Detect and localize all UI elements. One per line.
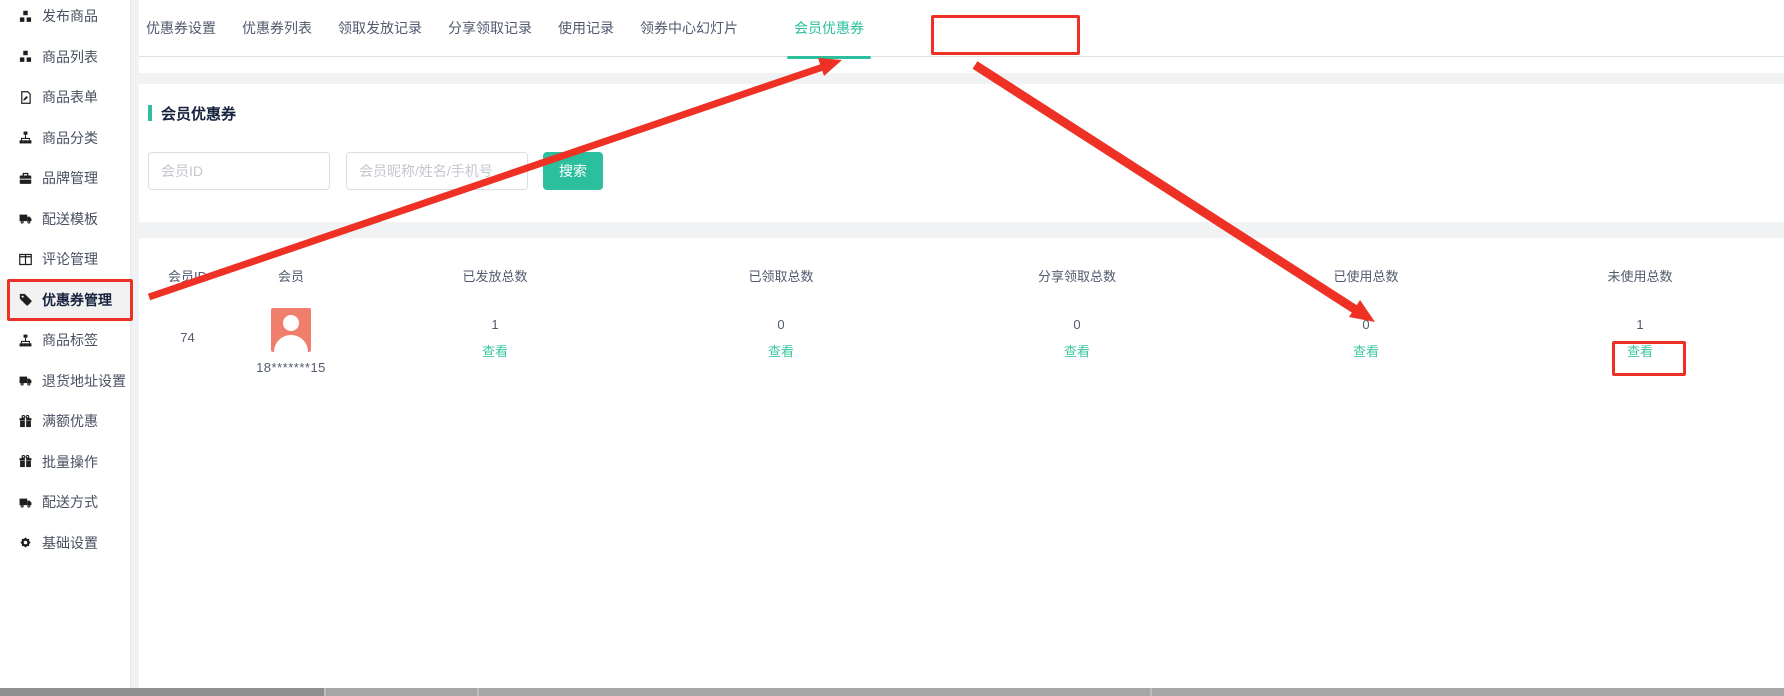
column-header-issued-total: 已发放总数 — [346, 266, 644, 285]
issued-total-value: 1 — [346, 314, 644, 336]
sidebar-item-product-tags[interactable]: 商品标签 — [0, 320, 130, 361]
sidebar-item-label: 发布商品 — [42, 6, 98, 26]
view-received-link[interactable]: 查看 — [768, 343, 794, 361]
sidebar-item-label: 基础设置 — [42, 533, 98, 553]
tab-coupon-settings[interactable]: 优惠券设置 — [139, 0, 229, 57]
member-name-input[interactable] — [346, 152, 528, 190]
column-header-share-received-total: 分享领取总数 — [918, 266, 1236, 285]
sidebar-item-product-list[interactable]: 商品列表 — [0, 37, 130, 78]
view-share-received-link[interactable]: 查看 — [1064, 343, 1090, 361]
view-unused-link[interactable]: 查看 — [1627, 343, 1653, 361]
unused-total-value: 1 — [1496, 314, 1784, 336]
sidebar-item-brand-management[interactable]: 品牌管理 — [0, 158, 130, 199]
sidebar-item-basic-settings[interactable]: 基础设置 — [0, 523, 130, 564]
sidebar-item-label: 退货地址设置 — [42, 371, 126, 391]
person-icon — [271, 308, 311, 352]
sidebar-item-comment-management[interactable]: 评论管理 — [0, 239, 130, 280]
sidebar-item-batch-operations[interactable]: 批量操作 — [0, 442, 130, 483]
columns-icon — [18, 252, 33, 266]
issued-total-cell: 1 查看 — [346, 296, 644, 375]
table-row: 74 18*******15 1 查看 0 查看 0 查看 0 — [139, 296, 1784, 375]
tab-coupon-center-slides[interactable]: 领券中心幻灯片 — [627, 0, 751, 57]
tab-coupon-list[interactable]: 优惠券列表 — [229, 0, 325, 57]
search-panel: 会员优惠券 搜索 — [139, 84, 1784, 222]
sidebar-item-shipping-method[interactable]: 配送方式 — [0, 482, 130, 523]
active-tab-underline — [787, 56, 871, 59]
sidebar-item-label: 评论管理 — [42, 249, 98, 269]
unused-total-cell: 1 查看 — [1496, 296, 1784, 375]
sitemap-icon — [18, 333, 33, 347]
sidebar-item-publish-product[interactable]: 发布商品 — [0, 0, 130, 37]
sidebar-item-coupon-management[interactable]: 优惠券管理 — [0, 280, 130, 321]
cubes-icon — [18, 50, 33, 64]
search-button[interactable]: 搜索 — [543, 152, 603, 190]
sidebar: 发布商品 商品列表 商品表单 商品分类 品牌管理 配送模板 评论管理 — [0, 0, 131, 688]
table-header-row: 会员ID 会员 已发放总数 已领取总数 分享领取总数 已使用总数 未使用总数 — [139, 254, 1784, 296]
column-header-used-total: 已使用总数 — [1236, 266, 1496, 285]
main-content: 优惠券设置 优惠券列表 领取发放记录 分享领取记录 使用记录 领券中心幻灯片 会… — [139, 0, 1784, 688]
sidebar-item-label: 配送方式 — [42, 492, 98, 512]
used-total-value: 0 — [1236, 314, 1496, 336]
tab-receive-issue-records[interactable]: 领取发放记录 — [325, 0, 435, 57]
gift-icon — [18, 414, 33, 428]
member-id-cell: 74 — [139, 296, 236, 375]
briefcase-icon — [18, 171, 33, 185]
sidebar-item-label: 商品标签 — [42, 330, 98, 350]
gear-icon — [18, 536, 33, 550]
section-title-accent-bar — [148, 105, 152, 121]
tab-member-coupons[interactable]: 会员优惠券 — [781, 0, 877, 57]
sidebar-item-label: 批量操作 — [42, 452, 98, 472]
sidebar-item-label: 满额优惠 — [42, 411, 98, 431]
received-total-cell: 0 查看 — [644, 296, 918, 375]
tab-usage-records[interactable]: 使用记录 — [545, 0, 627, 57]
cubes-icon — [18, 9, 33, 23]
member-coupon-table: 会员ID 会员 已发放总数 已领取总数 分享领取总数 已使用总数 未使用总数 7… — [139, 238, 1784, 688]
column-header-unused-total: 未使用总数 — [1496, 266, 1784, 285]
tab-bar: 优惠券设置 优惠券列表 领取发放记录 分享领取记录 使用记录 领券中心幻灯片 会… — [139, 0, 1784, 73]
truck-icon — [18, 374, 33, 388]
sidebar-item-label: 品牌管理 — [42, 168, 98, 188]
gift-icon — [18, 455, 33, 469]
sidebar-item-shipping-template[interactable]: 配送模板 — [0, 199, 130, 240]
horizontal-scrollbar[interactable] — [0, 688, 1784, 696]
sidebar-item-label: 商品表单 — [42, 87, 98, 107]
member-avatar — [271, 308, 311, 352]
view-issued-link[interactable]: 查看 — [482, 343, 508, 361]
sidebar-item-label: 商品列表 — [42, 47, 98, 67]
section-title-text: 会员优惠券 — [161, 103, 236, 124]
truck-icon — [18, 212, 33, 226]
truck-icon — [18, 495, 33, 509]
share-received-total-value: 0 — [918, 314, 1236, 336]
section-title: 会员优惠券 — [148, 104, 1784, 122]
view-used-link[interactable]: 查看 — [1353, 343, 1379, 361]
column-header-received-total: 已领取总数 — [644, 266, 918, 285]
sidebar-item-label: 商品分类 — [42, 128, 98, 148]
sidebar-item-return-address-settings[interactable]: 退货地址设置 — [0, 361, 130, 402]
received-total-value: 0 — [644, 314, 918, 336]
sitemap-icon — [18, 131, 33, 145]
sidebar-item-label: 优惠券管理 — [42, 290, 112, 310]
sidebar-item-label: 配送模板 — [42, 209, 98, 229]
sidebar-item-product-form[interactable]: 商品表单 — [0, 77, 130, 118]
member-id-input[interactable] — [148, 152, 330, 190]
sidebar-menu: 发布商品 商品列表 商品表单 商品分类 品牌管理 配送模板 评论管理 — [0, 0, 130, 563]
sidebar-item-full-discount[interactable]: 满额优惠 — [0, 401, 130, 442]
member-cell: 18*******15 — [236, 296, 346, 375]
column-header-member: 会员 — [236, 266, 346, 285]
member-phone: 18*******15 — [256, 360, 326, 375]
horizontal-scrollbar-thumb[interactable] — [0, 688, 324, 696]
share-received-total-cell: 0 查看 — [918, 296, 1236, 375]
file-edit-icon — [18, 90, 33, 104]
tag-icon — [18, 293, 33, 307]
column-header-member-id: 会员ID — [139, 266, 236, 285]
sidebar-item-product-category[interactable]: 商品分类 — [0, 118, 130, 159]
tab-share-receive-records[interactable]: 分享领取记录 — [435, 0, 545, 57]
used-total-cell: 0 查看 — [1236, 296, 1496, 375]
